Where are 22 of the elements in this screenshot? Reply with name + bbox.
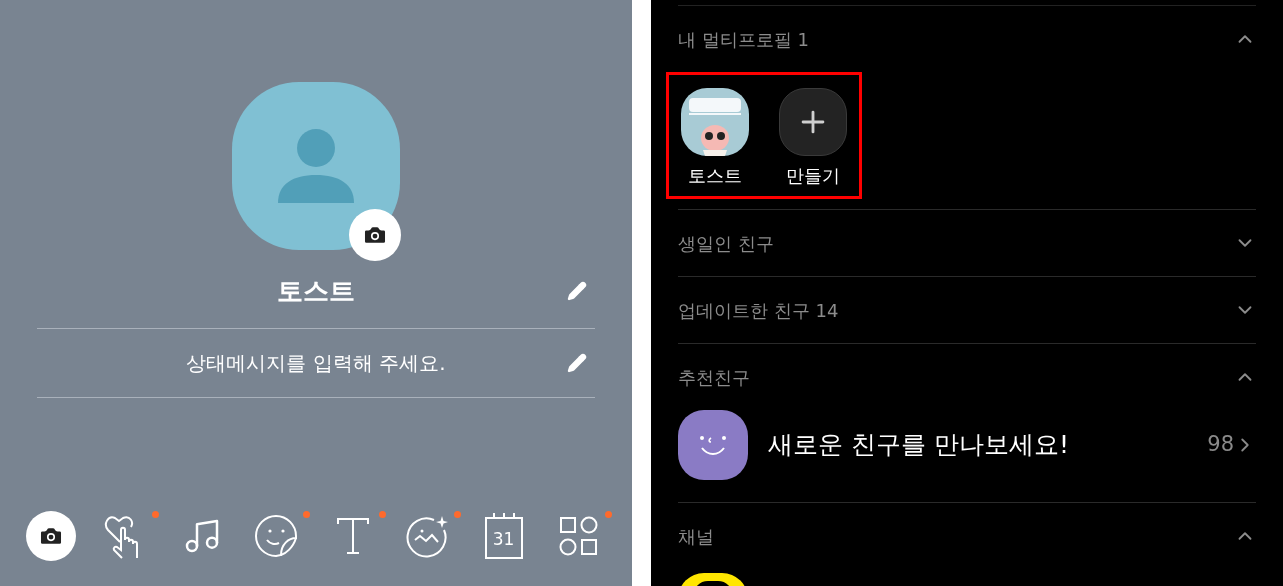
add-profile-button[interactable] [779, 88, 847, 156]
change-photo-button[interactable] [349, 209, 401, 261]
smiley-sticker-icon [255, 514, 300, 558]
toolbar-button[interactable]: 31 [478, 511, 529, 561]
status-message-field[interactable]: 상태메시지를 입력해 주세요. [186, 348, 446, 378]
recommend-text: 새로운 친구를 만나보세요! [768, 429, 1070, 462]
section-header[interactable]: 채널 [678, 503, 1256, 569]
person-icon [278, 129, 354, 203]
friend-count: 98 [1207, 431, 1234, 459]
edit-icon[interactable] [567, 353, 587, 373]
profile-label: 토스트 [688, 164, 742, 188]
profile-name: 토스트 [277, 274, 355, 308]
recommend-row[interactable]: 새로운 친구를 만나보세요! 98 [678, 410, 1256, 480]
section-header[interactable]: 추천친구 [678, 344, 1256, 410]
edit-icon[interactable] [567, 281, 587, 301]
toolbar-button[interactable] [26, 511, 76, 561]
section-header[interactable]: 내 멀티프로필 1 [678, 6, 1256, 72]
section-header[interactable]: 업데이트한 친구 14 [678, 277, 1256, 343]
widgets-icon [558, 516, 599, 556]
create-label: 만들기 [786, 164, 840, 188]
section-header[interactable]: 생일인 친구 [678, 210, 1256, 276]
letter-t-icon [334, 516, 371, 556]
